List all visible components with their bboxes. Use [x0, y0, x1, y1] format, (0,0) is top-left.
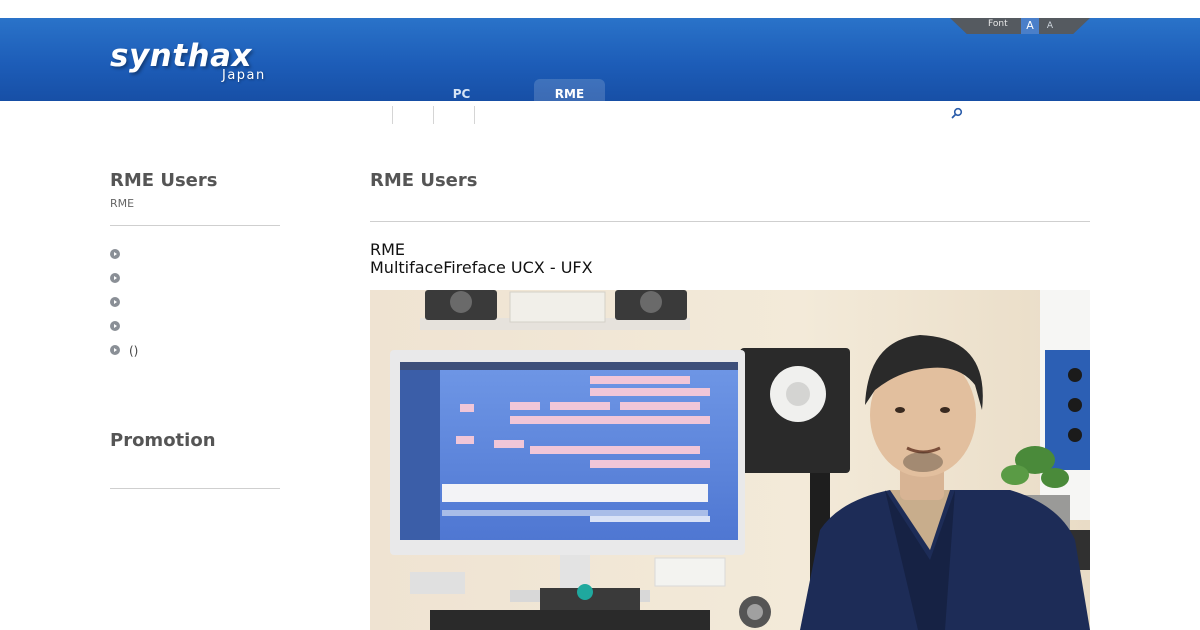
font-label: Font: [988, 19, 1008, 29]
logo-subtext: Japan: [222, 68, 266, 83]
promotion-section: Promotion: [110, 430, 280, 489]
article-headline[interactable]: MultifaceFireface UCX - UFX: [370, 259, 1090, 277]
arrow-bullet-icon: [110, 297, 120, 307]
sidebar-item[interactable]: [110, 320, 280, 344]
sidebar-item-label: (): [129, 344, 139, 358]
promotion-divider: [110, 488, 280, 489]
top-strip: [0, 0, 1200, 18]
arrow-bullet-icon: [110, 321, 120, 331]
subnav-separator: [392, 106, 393, 124]
studio-photo-illustration: [370, 290, 1090, 630]
font-large-button[interactable]: A: [1021, 18, 1039, 34]
arrow-bullet-icon: [110, 273, 120, 283]
page-title: RME Users: [370, 170, 478, 191]
article-photo[interactable]: [370, 290, 1090, 630]
sidebar-title: RME Users: [110, 170, 218, 191]
font-panel-background: [950, 18, 1090, 34]
search-icon-glyph: [951, 107, 963, 119]
site-logo[interactable]: synthax Japan: [110, 38, 280, 86]
sub-navigation-bar: [0, 101, 1200, 130]
font-small-button[interactable]: A: [1041, 18, 1059, 34]
sidebar-divider: [110, 225, 280, 226]
sidebar-list: (): [110, 248, 280, 368]
sidebar-item[interactable]: [110, 248, 280, 272]
sidebar-subtitle: RME: [110, 197, 135, 210]
sidebar-item[interactable]: [110, 296, 280, 320]
font-size-panel: Font A A: [950, 18, 1090, 34]
search-icon[interactable]: [951, 107, 963, 123]
arrow-bullet-icon: [110, 345, 120, 355]
sidebar: RME Users RME (): [110, 170, 280, 368]
main-content: RME Users RME MultifaceFireface UCX - UF…: [370, 170, 1090, 277]
arrow-bullet-icon: [110, 249, 120, 259]
promotion-title: Promotion: [110, 430, 216, 451]
sidebar-item[interactable]: [110, 272, 280, 296]
subnav-separator: [474, 106, 475, 124]
sidebar-item[interactable]: (): [110, 344, 280, 368]
title-divider: [370, 221, 1090, 222]
subnav-separator: [433, 106, 434, 124]
article-brand[interactable]: RME: [370, 241, 1090, 259]
